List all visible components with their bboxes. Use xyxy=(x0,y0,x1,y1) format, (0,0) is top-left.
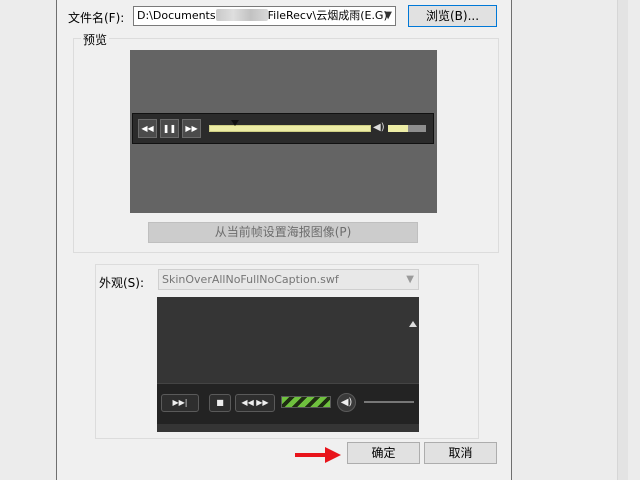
seek-buttons: ◀◀ ▶▶ xyxy=(235,394,275,412)
skin-volume-handle xyxy=(409,321,417,327)
skin-control-bar: ▶▶| ■ ◀◀ ▶▶ ◀) xyxy=(157,383,419,424)
path-prefix: D:\Documents xyxy=(137,9,216,22)
play-icon: ▶▶| xyxy=(161,394,199,412)
seek-bar[interactable] xyxy=(209,125,371,132)
browse-button[interactable]: 浏览(B)... xyxy=(408,5,497,27)
skin-label: 外观(S): xyxy=(99,276,145,290)
skin-volume-slider xyxy=(364,401,414,403)
filename-select[interactable]: D:\Documents FileRecv\云烟成雨(E.G) ▼ xyxy=(133,6,396,26)
skin-selected-value: SkinOverAllNoFullNoCaption.swf xyxy=(162,273,339,286)
volume-icon: ◀) xyxy=(337,393,356,412)
redacted-path-segment xyxy=(215,9,268,21)
side-scroll-strip xyxy=(617,0,628,480)
skin-preview: ▶▶| ■ ◀◀ ▶▶ ◀) xyxy=(157,297,419,432)
chevron-down-icon: ▼ xyxy=(406,274,414,285)
preview-control-bar: ◀◀ ❚❚ ▶▶ ◀) xyxy=(132,113,434,144)
background-left xyxy=(0,0,56,480)
background-right xyxy=(512,0,640,480)
ok-button[interactable]: 确定 xyxy=(347,442,420,464)
set-poster-button: 从当前帧设置海报图像(P) xyxy=(148,222,418,243)
skin-progress-bar xyxy=(281,396,331,408)
skin-select: SkinOverAllNoFullNoCaption.swf ▼ xyxy=(158,269,419,290)
seek-handle[interactable] xyxy=(231,120,239,126)
forward-icon[interactable]: ▶▶ xyxy=(182,119,201,138)
red-arrow-icon xyxy=(295,447,341,463)
filename-label: 文件名(F): xyxy=(68,11,125,25)
publish-settings-dialog: 文件名(F): D:\Documents FileRecv\云烟成雨(E.G) ▼… xyxy=(56,0,512,480)
volume-slider[interactable] xyxy=(388,125,426,132)
path-suffix: FileRecv\云烟成雨(E.G) xyxy=(267,9,388,22)
chevron-down-icon[interactable]: ▼ xyxy=(384,7,392,25)
pause-icon[interactable]: ❚❚ xyxy=(160,119,179,138)
volume-level xyxy=(388,125,408,132)
cancel-button[interactable]: 取消 xyxy=(424,442,497,464)
preview-group-title: 预览 xyxy=(81,31,110,48)
rewind-icon[interactable]: ◀◀ xyxy=(138,119,157,138)
volume-icon[interactable]: ◀) xyxy=(373,122,385,133)
video-preview: ◀◀ ❚❚ ▶▶ ◀) xyxy=(130,50,437,213)
stop-icon: ■ xyxy=(209,394,231,412)
